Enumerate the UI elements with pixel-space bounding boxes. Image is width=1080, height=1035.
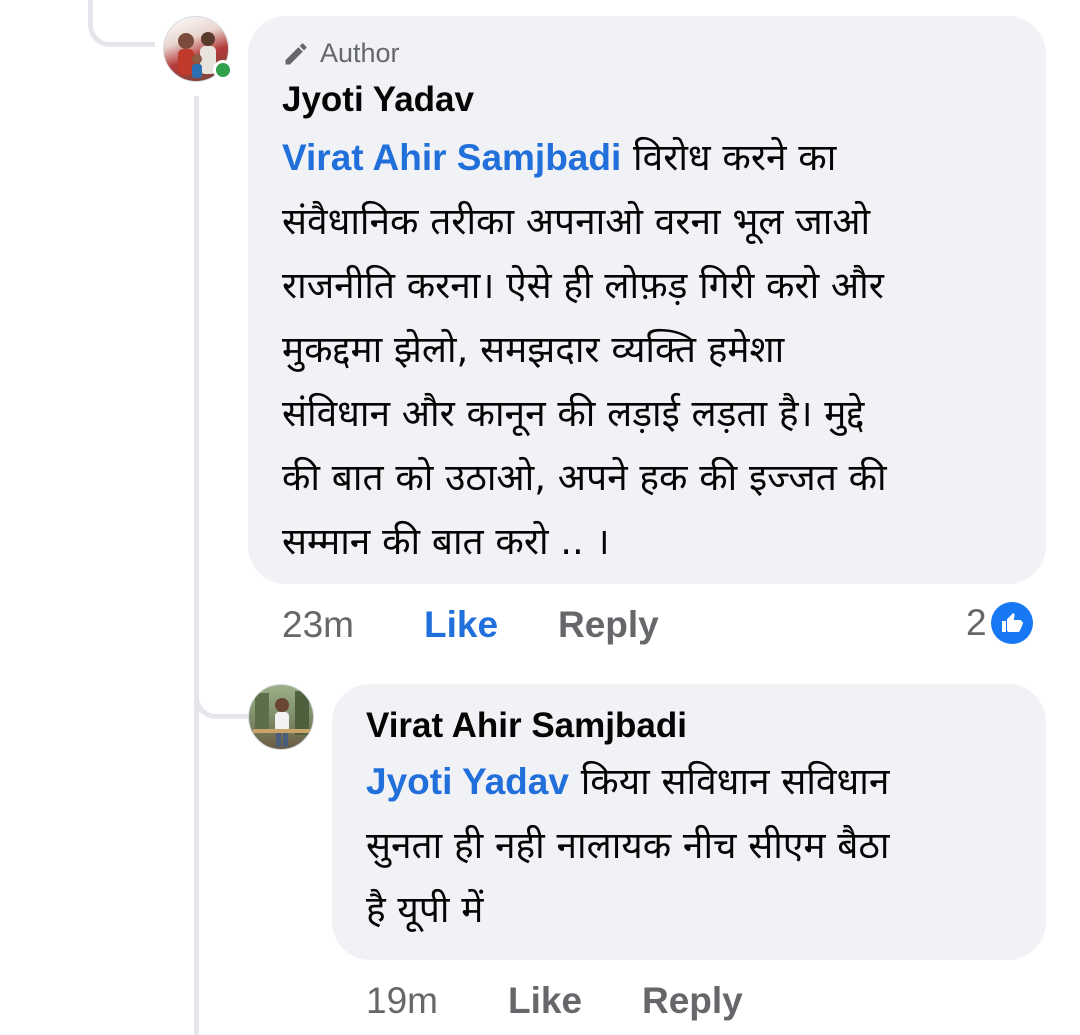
comment-bubble: Author Jyoti Yadav Virat Ahir Samjbadi व… xyxy=(248,16,1046,584)
online-status-indicator xyxy=(213,60,233,80)
reply-reply-button-wrap: Reply xyxy=(642,980,743,1022)
reply-text: Jyoti Yadav किया सविधान सविधान सुनता ही … xyxy=(366,750,1036,942)
reply-timestamp[interactable]: 19m xyxy=(366,980,438,1021)
thumbs-up-icon xyxy=(1001,613,1023,632)
reply-like-button[interactable]: Like xyxy=(508,980,582,1021)
comment-reply-button-wrap: Reply xyxy=(558,604,659,646)
comment-mention-link[interactable]: Virat Ahir Samjbadi xyxy=(282,137,621,178)
comment-reply-button[interactable]: Reply xyxy=(558,604,659,645)
thread-connector-top xyxy=(88,0,155,47)
pencil-icon xyxy=(285,43,307,64)
reaction-count: 2 xyxy=(966,602,987,643)
comment-text: Virat Ahir Samjbadi विरोध करने का संवैधा… xyxy=(282,126,1032,574)
reply-reply-button[interactable]: Reply xyxy=(642,980,743,1021)
reply-mention-link[interactable]: Jyoti Yadav xyxy=(366,761,569,802)
comment-body: विरोध करने का संवैधानिक तरीका अपनाओ वरना… xyxy=(282,136,887,563)
author-badge: Author xyxy=(282,38,400,69)
reply-author-name[interactable]: Virat Ahir Samjbadi xyxy=(366,706,687,746)
comment-meta-row: 23m xyxy=(282,604,354,646)
reply-bubble: Virat Ahir Samjbadi Jyoti Yadav किया सवि… xyxy=(332,684,1046,960)
comment-like-button-wrap: Like xyxy=(424,604,498,646)
avatar-virat-ahir-samjbadi[interactable] xyxy=(248,684,314,750)
thread-line-main xyxy=(194,96,199,1035)
reply-meta-row: 19m xyxy=(366,980,438,1022)
thread-connector-reply xyxy=(194,660,249,719)
comment-author-name[interactable]: Jyoti Yadav xyxy=(282,80,474,120)
comment-reactions[interactable]: 2 xyxy=(966,602,1033,644)
author-badge-label: Author xyxy=(320,38,400,68)
comment-timestamp[interactable]: 23m xyxy=(282,604,354,645)
comment-like-button[interactable]: Like xyxy=(424,604,498,645)
reply-like-button-wrap: Like xyxy=(508,980,582,1022)
profile-photo-icon xyxy=(253,691,311,747)
like-reaction-icon xyxy=(990,602,1033,644)
